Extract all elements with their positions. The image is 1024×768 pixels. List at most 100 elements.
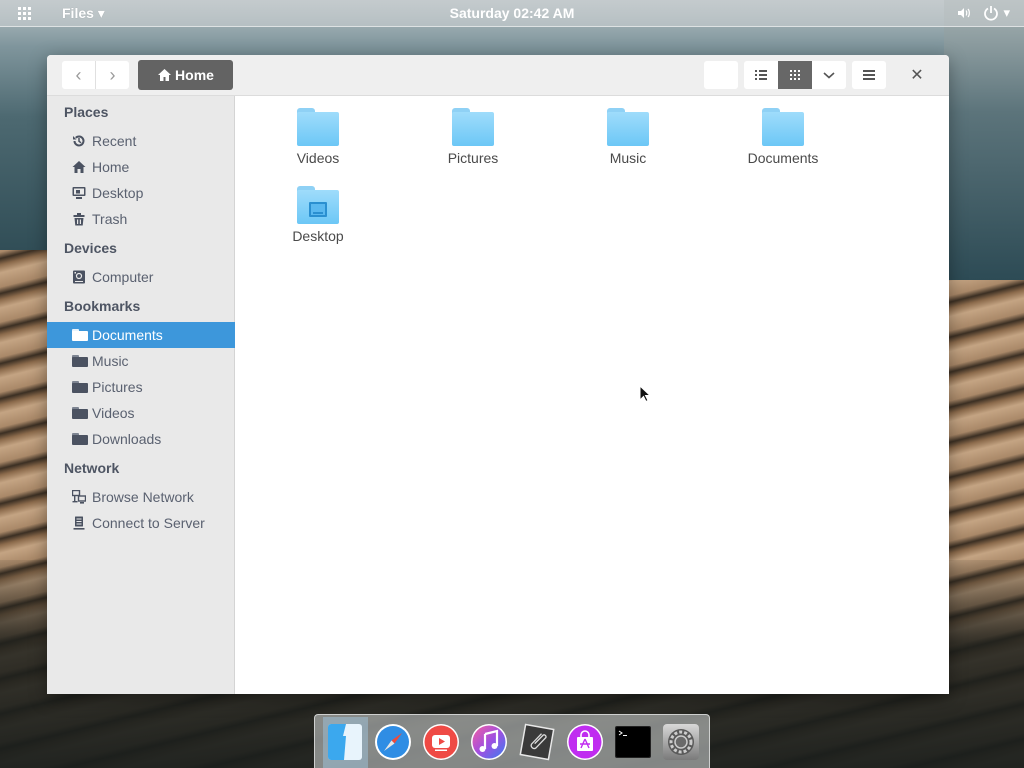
mouse-pointer-icon <box>639 385 651 403</box>
paperclip-icon <box>519 723 555 761</box>
sidebar-item-trash[interactable]: Trash <box>47 206 235 232</box>
folder-icon <box>452 108 494 146</box>
headerbar: ‹ › Home ✕ <box>47 55 949 96</box>
folder-icon <box>72 354 88 368</box>
sidebar-item-label: Browse Network <box>92 489 194 505</box>
terminal-icon <box>615 726 651 758</box>
folder-icon <box>297 108 339 146</box>
path-bar-home-button[interactable]: Home <box>138 60 233 90</box>
sidebar-heading-bookmarks: Bookmarks <box>64 298 141 314</box>
hamburger-menu-icon <box>863 70 875 80</box>
dock-item-terminal[interactable] <box>614 723 652 761</box>
dock-item-files[interactable] <box>326 723 364 761</box>
dock-item-settings[interactable] <box>662 723 700 761</box>
folder-icon <box>72 328 88 342</box>
server-icon <box>73 516 85 530</box>
back-button[interactable]: ‹ <box>62 61 95 89</box>
folder-icon <box>72 432 88 446</box>
desktop-icon <box>72 187 86 199</box>
sidebar-item-label: Pictures <box>92 379 143 395</box>
file-name: Pictures <box>447 150 499 166</box>
trash-icon <box>73 213 85 226</box>
wallpaper-water-right <box>944 0 1024 280</box>
home-icon <box>72 161 86 173</box>
chevron-down-icon: ▾ <box>1003 5 1010 20</box>
sidebar-item-pictures[interactable]: Pictures <box>47 374 235 400</box>
sidebar-item-recent[interactable]: Recent <box>47 128 235 154</box>
app-menu-button[interactable]: Files ▾ <box>62 5 105 22</box>
file-item-documents[interactable]: Documents <box>723 108 843 166</box>
computer-icon <box>73 270 85 284</box>
sidebar-item-label: Music <box>92 353 129 369</box>
dock <box>314 714 710 768</box>
file-name: Desktop <box>292 228 344 244</box>
sidebar-item-computer[interactable]: Computer <box>47 264 235 290</box>
recent-icon <box>73 135 85 147</box>
close-icon: ✕ <box>910 67 924 84</box>
sidebar-item-label: Documents <box>92 327 163 343</box>
sidebar-heading-network: Network <box>64 460 120 476</box>
file-item-videos[interactable]: Videos <box>258 108 378 166</box>
folder-icon <box>72 380 88 394</box>
home-icon <box>158 69 172 81</box>
folder-icon <box>72 406 88 420</box>
list-view-button[interactable] <box>744 61 778 89</box>
sidebar-item-label: Trash <box>92 211 128 227</box>
files-window: ‹ › Home ✕ Places Recent Home Desktop Tr… <box>47 55 949 694</box>
sidebar-item-label: Connect to Server <box>92 515 205 531</box>
list-view-icon <box>755 70 767 80</box>
settings-gear-icon <box>663 724 699 760</box>
file-item-music[interactable]: Music <box>568 108 688 166</box>
sidebar-item-documents[interactable]: Documents <box>47 322 235 348</box>
sidebar-item-label: Computer <box>92 269 154 285</box>
chevron-left-icon: ‹ <box>75 64 82 85</box>
view-mode-switcher <box>744 61 846 89</box>
sidebar-item-videos[interactable]: Videos <box>47 400 235 426</box>
safari-compass-icon <box>375 724 411 760</box>
search-button[interactable] <box>704 61 738 89</box>
file-name: Videos <box>296 150 340 166</box>
files-app-icon <box>328 724 362 760</box>
close-window-button[interactable]: ✕ <box>903 61 931 89</box>
sidebar-item-label: Downloads <box>92 431 162 447</box>
chevron-right-icon: › <box>109 64 116 85</box>
file-name: Music <box>609 150 647 166</box>
system-tray: ▾ <box>957 5 1010 21</box>
sidebar-item-connect-to-server[interactable]: Connect to Server <box>47 510 235 536</box>
file-item-pictures[interactable]: Pictures <box>413 108 533 166</box>
file-name: Documents <box>747 150 819 166</box>
view-options-dropdown[interactable] <box>812 61 846 89</box>
navigation-buttons: ‹ › <box>62 61 129 89</box>
itunes-music-icon <box>471 724 507 760</box>
path-label: Home <box>175 67 214 83</box>
sidebar-item-downloads[interactable]: Downloads <box>47 426 235 452</box>
sidebar-heading-devices: Devices <box>64 240 117 256</box>
sidebar-item-home[interactable]: Home <box>47 154 235 180</box>
dock-item-notes[interactable] <box>518 723 556 761</box>
folder-icon <box>607 108 649 146</box>
top-panel: Files ▾ Saturday 02:42 AM ▾ <box>0 0 1024 27</box>
sidebar: Places Recent Home Desktop Trash Devices… <box>47 96 235 694</box>
grid-view-button[interactable] <box>778 61 812 89</box>
dock-item-music[interactable] <box>470 723 508 761</box>
menu-button[interactable] <box>852 61 886 89</box>
sidebar-item-label: Home <box>92 159 130 175</box>
sidebar-item-label: Desktop <box>92 185 144 201</box>
desktop-folder-icon <box>297 186 339 224</box>
sidebar-item-music[interactable]: Music <box>47 348 235 374</box>
clock[interactable]: Saturday 02:42 AM <box>450 5 575 21</box>
sidebar-item-browse-network[interactable]: Browse Network <box>47 484 235 510</box>
system-menu-button[interactable]: ▾ <box>983 5 1010 21</box>
chevron-down-icon <box>823 71 835 79</box>
dock-item-app-store[interactable] <box>566 723 604 761</box>
dock-item-browser[interactable] <box>374 723 412 761</box>
youtube-icon <box>423 724 459 760</box>
file-item-desktop[interactable]: Desktop <box>258 186 378 244</box>
dock-item-youtube[interactable] <box>422 723 460 761</box>
volume-icon[interactable] <box>957 6 971 20</box>
forward-button[interactable]: › <box>96 61 129 89</box>
grid-view-icon <box>790 70 800 80</box>
apps-grid-icon[interactable] <box>18 7 31 20</box>
sidebar-item-desktop[interactable]: Desktop <box>47 180 235 206</box>
sidebar-item-label: Recent <box>92 133 137 149</box>
